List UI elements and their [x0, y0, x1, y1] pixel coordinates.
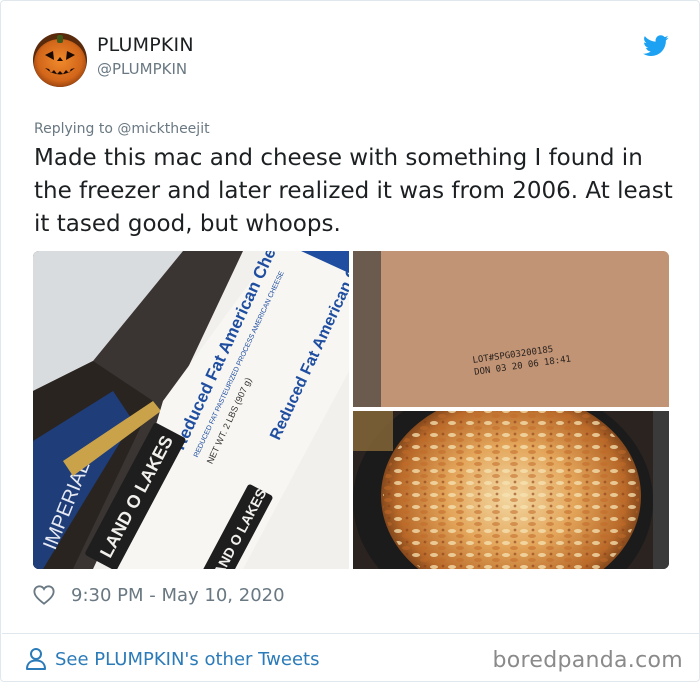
- pumpkin-avatar-icon: [33, 33, 87, 87]
- media-grid[interactable]: IMPERIAL Reduced Fat American Cheese RED…: [33, 251, 669, 569]
- watermark: boredpanda.com: [492, 648, 683, 673]
- reply-context[interactable]: Replying to @micktheejit: [34, 121, 210, 137]
- avatar[interactable]: [33, 33, 87, 87]
- see-other-tweets-link[interactable]: See PLUMPKIN's other Tweets: [25, 647, 319, 671]
- tweet-card: PLUMPKIN @PLUMPKIN Replying to @mickthee…: [0, 0, 700, 682]
- tweet-timestamp[interactable]: 9:30 PM - May 10, 2020: [71, 585, 285, 606]
- person-icon: [26, 648, 46, 670]
- see-other-tweets-label: See PLUMPKIN's other Tweets: [55, 648, 320, 670]
- author-handle[interactable]: @PLUMPKIN: [97, 60, 187, 78]
- date-stamp-photo: LOT#SPG03200185 DON 03 20 06 18:41: [353, 251, 669, 407]
- twitter-bird-icon[interactable]: [643, 35, 669, 57]
- tweet-text: Made this mac and cheese with something …: [34, 145, 673, 237]
- cheese-box-photo: IMPERIAL Reduced Fat American Cheese RED…: [33, 251, 349, 569]
- media-collage: IMPERIAL Reduced Fat American Cheese RED…: [33, 251, 669, 569]
- tweet-meta: 9:30 PM - May 10, 2020: [33, 583, 285, 607]
- footer-divider: [2, 633, 700, 634]
- heart-icon[interactable]: [33, 584, 55, 606]
- author-display-name[interactable]: PLUMPKIN: [97, 34, 194, 56]
